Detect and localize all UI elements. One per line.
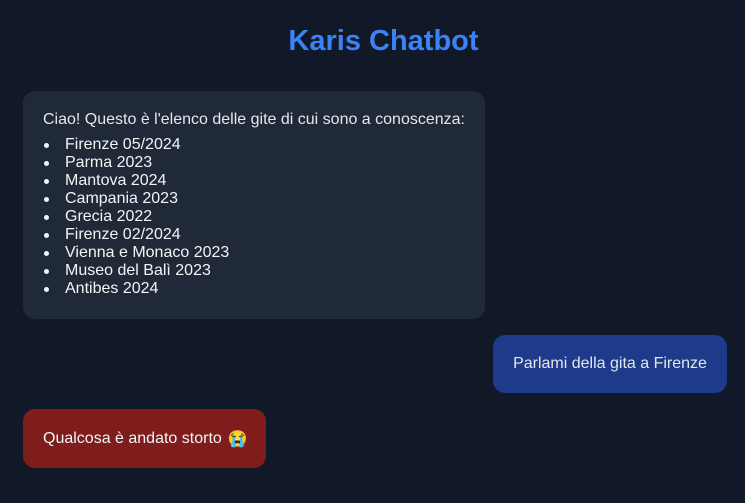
- chat-app: Karis Chatbot Ciao! Questo è l'elenco de…: [0, 0, 745, 503]
- page-title: Karis Chatbot: [288, 25, 479, 57]
- bot-intro-text: Ciao! Questo è l'elenco delle gite di cu…: [43, 111, 465, 128]
- error-message-bubble: Qualcosa è andato storto 😭: [23, 409, 266, 468]
- list-item: Grecia 2022: [43, 208, 465, 226]
- list-item: Parma 2023: [43, 154, 465, 172]
- trip-list: Firenze 05/2024 Parma 2023 Mantova 2024 …: [43, 136, 465, 298]
- user-message-text: Parlami della gita a Firenze: [513, 355, 707, 372]
- list-item: Mantova 2024: [43, 172, 465, 190]
- list-item: Vienna e Monaco 2023: [43, 244, 465, 262]
- list-item: Antibes 2024: [43, 280, 465, 298]
- crying-face-icon: 😭: [227, 430, 248, 448]
- user-message-bubble: Parlami della gita a Firenze: [493, 335, 727, 393]
- list-item: Museo del Balì 2023: [43, 262, 465, 280]
- bot-message-trip-list: Ciao! Questo è l'elenco delle gite di cu…: [23, 91, 485, 319]
- list-item: Firenze 02/2024: [43, 226, 465, 244]
- list-item: Firenze 05/2024: [43, 136, 465, 154]
- list-item: Campania 2023: [43, 190, 465, 208]
- error-message-text: Qualcosa è andato storto: [43, 429, 222, 447]
